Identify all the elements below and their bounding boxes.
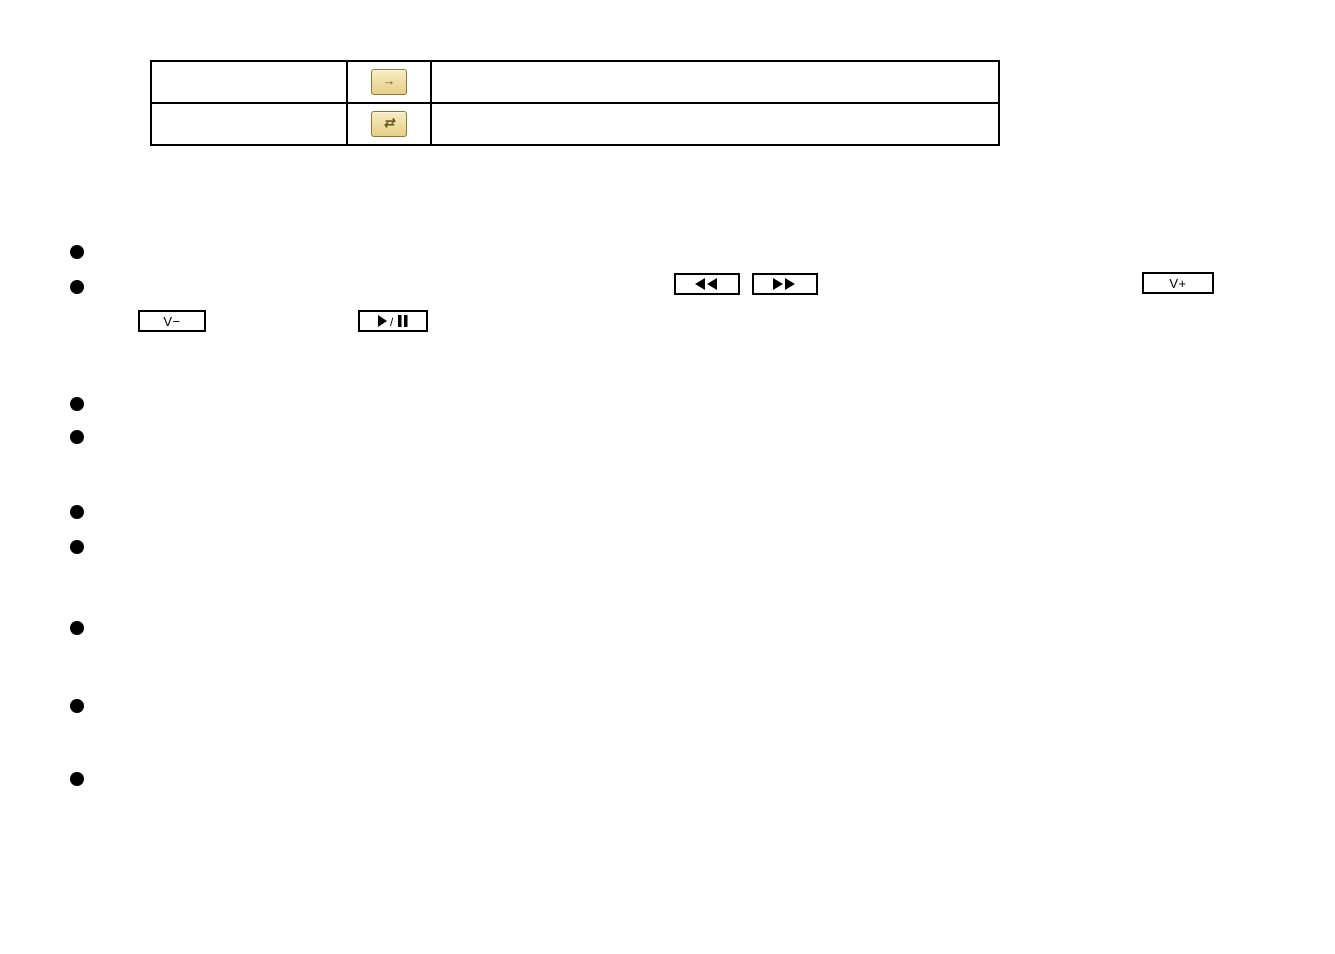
bullet xyxy=(70,505,84,519)
bullet xyxy=(70,245,84,259)
shuffle-icon xyxy=(371,111,407,137)
bullet xyxy=(70,699,84,713)
bullet xyxy=(70,397,84,411)
fast-forward-icon xyxy=(773,278,797,290)
bullet xyxy=(70,772,84,786)
document-page: V+ V− / xyxy=(0,0,1335,954)
volume-down-label: V− xyxy=(163,314,180,329)
rewind-button[interactable] xyxy=(674,273,740,295)
volume-up-button[interactable]: V+ xyxy=(1142,272,1214,294)
table-cell-icon xyxy=(347,61,431,103)
fast-forward-button[interactable] xyxy=(752,273,818,295)
arrow-right-icon xyxy=(371,69,407,95)
table-row xyxy=(151,61,999,103)
rewind-icon xyxy=(695,278,719,290)
table-cell xyxy=(431,103,999,145)
table-row xyxy=(151,103,999,145)
table-cell-icon xyxy=(347,103,431,145)
table-cell xyxy=(151,61,347,103)
svg-text:/: / xyxy=(390,315,394,327)
play-pause-icon: / xyxy=(378,315,408,327)
volume-up-label: V+ xyxy=(1169,276,1186,291)
bullet xyxy=(70,430,84,444)
bullet xyxy=(70,621,84,635)
icon-table xyxy=(150,60,1000,146)
bullet xyxy=(70,540,84,554)
bullet xyxy=(70,280,84,294)
table-cell xyxy=(431,61,999,103)
table-cell xyxy=(151,103,347,145)
volume-down-button[interactable]: V− xyxy=(138,310,206,332)
play-pause-button[interactable]: / xyxy=(358,310,428,332)
